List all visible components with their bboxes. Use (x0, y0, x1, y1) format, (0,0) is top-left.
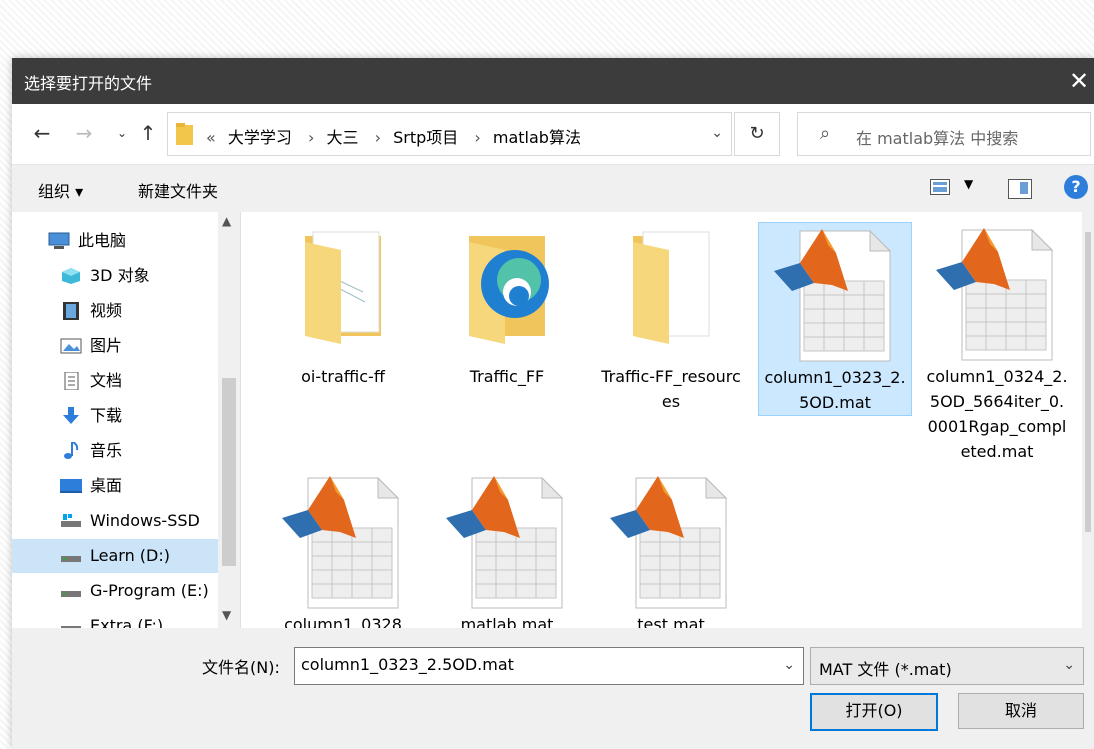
bottom-panel: 文件名(N): ⌄ MAT 文件 (*.mat) ⌄ 打开(O) 取消 (12, 628, 1094, 749)
nav-item-label: 下载 (90, 406, 123, 425)
file-item-mat[interactable]: matlab.mat (431, 470, 583, 628)
file-item-mat[interactable]: test.mat (595, 470, 747, 628)
refresh-icon[interactable]: ↻ (734, 112, 780, 156)
matlab-file-icon (774, 229, 892, 362)
nav-item-label: Windows-SSD (90, 511, 200, 530)
breadcrumb: « 大学学习 › 大三 › Srtp项目 › matlab算法 (202, 124, 588, 148)
navigation-pane: 此电脑 3D 对象 视频 图片 文档 下载 音乐 桌面 Windows-SSD … (12, 212, 241, 628)
breadcrumb-separator-icon[interactable]: › (474, 128, 480, 147)
dialog-title: 选择要打开的文件 (24, 74, 153, 93)
close-icon[interactable]: ✕ (1064, 64, 1094, 98)
search-icon: ⌕ (820, 123, 831, 144)
file-list-scrollbar[interactable] (1082, 212, 1094, 628)
nav-item-label: Extra (F:) (90, 616, 164, 628)
file-item-mat[interactable]: column1_0324_2.5OD_5664iter_0.0001Rgap_c… (921, 222, 1073, 464)
desktop-icon (60, 479, 82, 493)
recent-locations-chevron-icon[interactable]: ⌄ (110, 120, 134, 146)
nav-item-label: 文档 (90, 371, 123, 390)
open-button[interactable]: 打开(O) (810, 693, 938, 731)
file-name: oi-traffic-ff (301, 367, 385, 386)
matlab-file-icon (446, 476, 564, 609)
new-folder-button[interactable]: 新建文件夹 (138, 178, 218, 202)
nav-item-label: 图片 (90, 336, 123, 355)
help-icon[interactable]: ? (1064, 175, 1088, 199)
forward-arrow-icon[interactable]: → (72, 120, 96, 146)
title-bar: 选择要打开的文件 ✕ (12, 58, 1094, 104)
nav-item-label: 3D 对象 (90, 266, 150, 285)
folder-icon (176, 123, 193, 145)
drive-icon (61, 514, 81, 527)
breadcrumb-item[interactable]: 大学学习 (228, 128, 292, 147)
command-bar: 组织 ▾ 新建文件夹 ▼ ? (12, 164, 1094, 213)
breadcrumb-overflow[interactable]: « (206, 128, 216, 147)
nav-item-label: 视频 (90, 301, 123, 320)
filename-field[interactable]: ⌄ (294, 647, 804, 685)
file-type-value: MAT 文件 (*.mat) (819, 660, 952, 679)
navigation-row: ← → ⌄ ↑ « 大学学习 › 大三 › Srtp项目 › matlab算法 … (12, 104, 1094, 164)
downloads-icon (63, 407, 79, 424)
address-dropdown-chevron-icon[interactable]: ⌄ (711, 125, 723, 141)
pictures-icon (60, 338, 82, 354)
file-name: column1_0323_2.5OD.mat (764, 368, 906, 412)
view-dropdown-icon[interactable]: ▼ (964, 177, 973, 191)
filename-dropdown-chevron-icon[interactable]: ⌄ (783, 657, 795, 673)
file-name: Traffic_FF (469, 367, 545, 386)
breadcrumb-item[interactable]: matlab算法 (493, 128, 581, 147)
file-name: matlab.mat (460, 615, 554, 628)
nav-scrollbar-thumb[interactable] (222, 378, 236, 566)
file-name: column1_0324_2.5OD_5664iter_0.0001Rgap_c… (926, 367, 1068, 461)
matlab-file-icon (936, 228, 1054, 361)
file-type-chevron-icon: ⌄ (1063, 657, 1075, 673)
address-bar[interactable]: « 大学学习 › 大三 › Srtp项目 › matlab算法 ⌄ (167, 112, 732, 156)
matlab-file-icon (282, 476, 400, 609)
file-item-folder[interactable]: oi-traffic-ff (267, 222, 419, 389)
file-list: oi-traffic-ff Traffic_FF Traffic-FF_reso… (241, 212, 1094, 628)
computer-icon (48, 232, 70, 249)
folder-icon (305, 231, 381, 344)
nav-item-learn-d[interactable]: Learn (D:) (12, 539, 218, 573)
search-input[interactable]: 在 matlab算法 中搜索 (856, 125, 1018, 149)
organize-button[interactable]: 组织 ▾ (38, 178, 83, 202)
matlab-file-icon (610, 476, 728, 609)
preview-pane-icon[interactable] (1008, 179, 1032, 199)
file-item-folder[interactable]: Traffic-FF_resources (595, 222, 747, 414)
open-file-dialog: 选择要打开的文件 ✕ ← → ⌄ ↑ « 大学学习 › 大三 › Srtp项目 … (12, 58, 1094, 749)
file-name: test.mat (637, 615, 705, 628)
music-icon (64, 442, 79, 459)
cancel-button[interactable]: 取消 (958, 693, 1084, 729)
scroll-up-icon[interactable]: ▲ (222, 214, 231, 228)
up-arrow-icon[interactable]: ↑ (136, 120, 160, 146)
3d-objects-icon (62, 268, 80, 284)
nav-scrollbar[interactable]: ▲ ▼ (218, 212, 240, 628)
filename-label: 文件名(N): (202, 658, 280, 677)
nav-item-label: 桌面 (90, 476, 123, 495)
file-item-mat[interactable]: column1_0328 (267, 470, 419, 628)
breadcrumb-item[interactable]: Srtp项目 (393, 128, 458, 147)
file-item-folder[interactable]: Traffic_FF (431, 222, 583, 389)
filename-input[interactable] (301, 655, 761, 674)
video-icon (63, 302, 79, 320)
scroll-down-icon[interactable]: ▼ (222, 608, 231, 622)
breadcrumb-separator-icon[interactable]: › (308, 128, 314, 147)
nav-item-label: G-Program (E:) (90, 581, 209, 600)
drive-icon (61, 556, 81, 562)
breadcrumb-item[interactable]: 大三 (327, 128, 359, 147)
drive-icon (61, 591, 81, 597)
file-name: Traffic-FF_resources (601, 367, 741, 411)
file-item-mat-selected[interactable]: column1_0323_2.5OD.mat (758, 222, 912, 416)
nav-item-label: 此电脑 (78, 231, 127, 250)
file-list-scrollbar-thumb[interactable] (1085, 232, 1091, 532)
back-arrow-icon[interactable]: ← (30, 120, 54, 146)
change-view-icon[interactable] (930, 179, 950, 195)
nav-item-label: Learn (D:) (90, 546, 170, 565)
folder-icon (633, 231, 710, 344)
drive-icon (61, 626, 81, 628)
nav-item-label: 音乐 (90, 441, 123, 460)
file-type-select[interactable]: MAT 文件 (*.mat) ⌄ (810, 647, 1084, 685)
documents-icon (64, 372, 79, 390)
search-box[interactable]: ⌕ 在 matlab算法 中搜索 (797, 112, 1091, 156)
edge-folder-icon (469, 236, 549, 344)
breadcrumb-separator-icon[interactable]: › (375, 128, 381, 147)
file-name: column1_0328 (284, 615, 402, 628)
